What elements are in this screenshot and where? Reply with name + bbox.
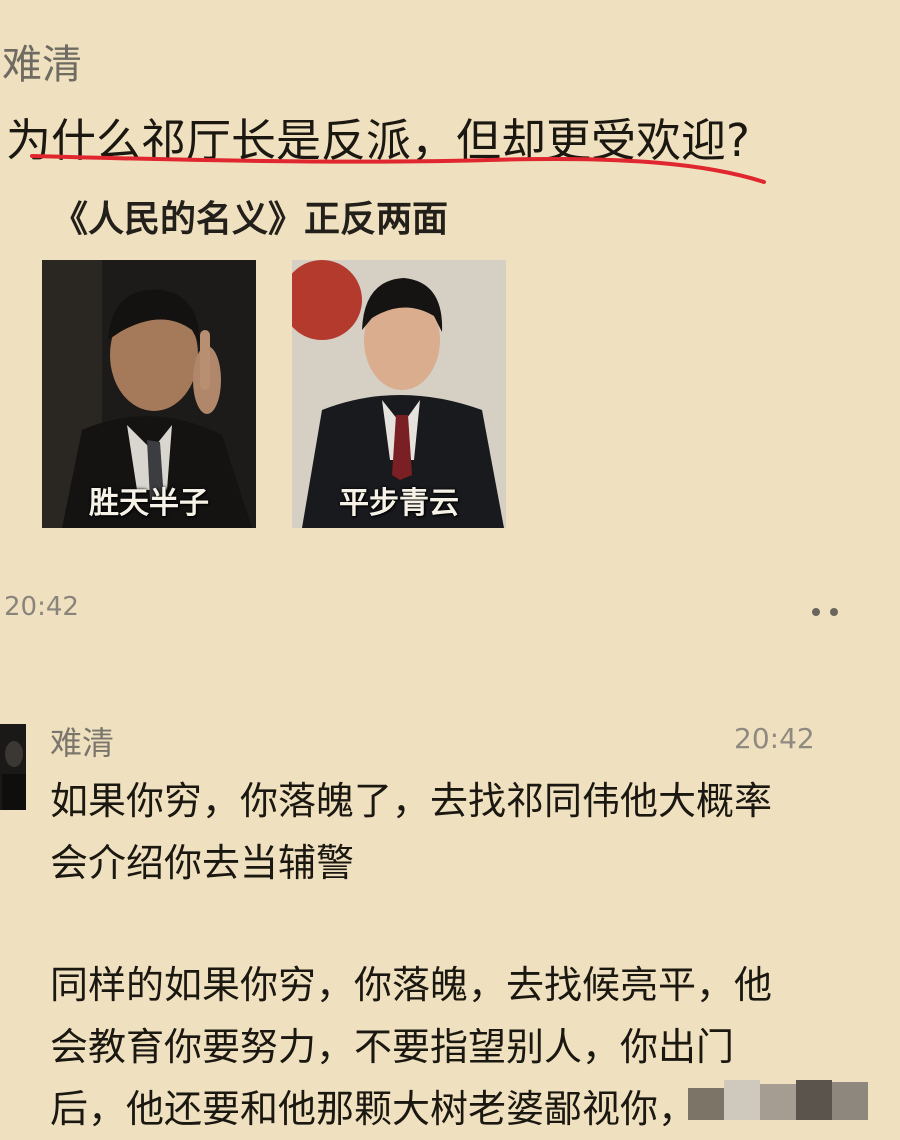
comment-author[interactable]: 难清	[50, 718, 114, 764]
comment-line: 会教育你要努力，不要指望别人，你出门	[50, 1025, 735, 1069]
commenter-avatar[interactable]	[0, 724, 26, 810]
blurred-redaction	[688, 1080, 868, 1120]
comment-line: 如果你穷，你落魄了，去找祁同伟他大概率	[50, 779, 773, 823]
comment-line: 会介绍你去当辅警	[50, 841, 355, 885]
comment-line: 后，他还要和他那颗大树老婆鄙视你，	[50, 1087, 697, 1131]
post-timestamp: 20:42	[4, 592, 79, 622]
photo-qi-tongwei[interactable]: 胜天半子	[42, 260, 256, 528]
post-author[interactable]: 难清	[2, 32, 82, 90]
photo-hou-liangping[interactable]: 平步青云	[292, 260, 506, 528]
red-underline-mark	[30, 154, 766, 184]
more-options-icon[interactable]	[806, 602, 846, 622]
comment-timestamp: 20:42	[734, 722, 815, 755]
comment-line: 同样的如果你穷，你落魄，去找候亮平，他	[50, 963, 773, 1007]
avatar-image	[0, 724, 26, 810]
photo-caption: 胜天半子	[89, 486, 209, 521]
post-image-heading: 《人民的名义》正反两面	[52, 199, 449, 240]
comment-paragraph: 如果你穷，你落魄了，去找祁同伟他大概率 会介绍你去当辅警	[50, 770, 850, 894]
photo-caption: 平步青云	[339, 486, 459, 521]
